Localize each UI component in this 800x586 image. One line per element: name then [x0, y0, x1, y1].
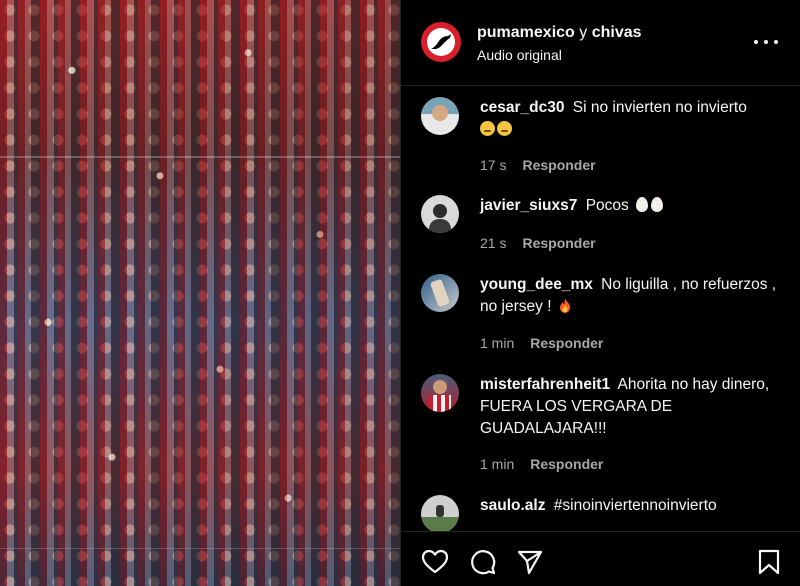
authors-joiner: y	[579, 24, 588, 41]
comment-content: young_dee_mx No liguilla , no refuerzos …	[480, 274, 780, 318]
comment-time: 1 min	[480, 335, 515, 351]
reply-button[interactable]: Responder	[530, 335, 603, 351]
comment-time: 17 s	[480, 157, 507, 173]
comment-username[interactable]: young_dee_mx	[480, 276, 593, 293]
reply-button[interactable]: Responder	[530, 456, 603, 472]
comment-text[interactable]: #sinoinviertennoinvierto	[554, 497, 717, 514]
egg-icon	[651, 197, 664, 212]
reply-button[interactable]: Responder	[522, 235, 595, 251]
post-actions-bar	[401, 531, 800, 586]
send-icon[interactable]	[516, 548, 544, 576]
comment-text: Si no invierten no invierto	[572, 99, 747, 116]
comment-content: misterfahrenheit1 Ahorita no hay dinero,…	[480, 374, 780, 440]
comment-meta: 1 min Responder	[480, 335, 603, 351]
comment-content: saulo.alz #sinoinviertennoinvierto	[480, 495, 780, 517]
comment-icon[interactable]	[469, 548, 497, 576]
egg-icon	[636, 197, 649, 212]
commenter-avatar[interactable]	[421, 97, 459, 135]
commenter-avatar[interactable]	[421, 495, 459, 531]
fire-icon	[559, 298, 570, 313]
comment-username[interactable]: cesar_dc30	[480, 99, 564, 116]
comment-meta: 1 min Responder	[480, 456, 603, 472]
author-avatar[interactable]	[421, 22, 461, 62]
heart-icon[interactable]	[421, 548, 449, 576]
comment-content: cesar_dc30 Si no invierten no invierto	[480, 97, 780, 141]
comment-time: 21 s	[480, 235, 507, 251]
comment-username[interactable]: saulo.alz	[480, 497, 545, 514]
post-media-video[interactable]	[0, 0, 400, 586]
puma-logo-icon	[427, 28, 455, 56]
commenter-avatar[interactable]	[421, 274, 459, 312]
author-username[interactable]: pumamexico	[477, 24, 575, 41]
comment-meta: 17 s Responder	[480, 157, 596, 173]
post-authors: pumamexico y chivas	[477, 24, 642, 42]
unamused-face-icon	[480, 121, 495, 136]
audio-label[interactable]: Audio original	[477, 47, 562, 63]
post-header: pumamexico y chivas Audio original	[401, 0, 800, 86]
comment-time: 1 min	[480, 456, 515, 472]
comment-username[interactable]: misterfahrenheit1	[480, 376, 610, 393]
comment-content: javier_siuxs7 Pocos	[480, 195, 780, 217]
comments-list[interactable]: cesar_dc30 Si no invierten no invierto 1…	[401, 87, 800, 531]
unamused-face-icon	[497, 121, 512, 136]
commenter-avatar[interactable]	[421, 374, 459, 412]
bookmark-icon[interactable]	[755, 548, 783, 576]
comment-meta: 21 s Responder	[480, 235, 596, 251]
commenter-avatar[interactable]	[421, 195, 459, 233]
more-options-icon[interactable]	[754, 32, 778, 52]
comment-text: Pocos	[585, 197, 629, 214]
reply-button[interactable]: Responder	[522, 157, 595, 173]
comment-username[interactable]: javier_siuxs7	[480, 197, 577, 214]
collaborator-username[interactable]: chivas	[592, 24, 642, 41]
